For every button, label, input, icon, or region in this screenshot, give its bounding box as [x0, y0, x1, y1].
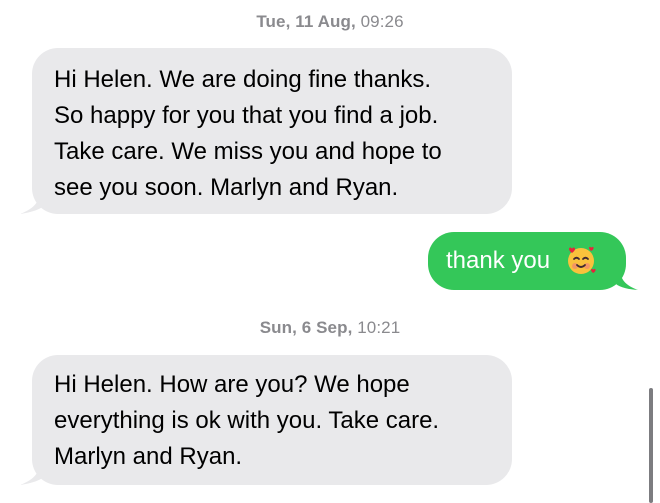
message-line: Marlyn and Ryan.	[54, 443, 243, 470]
timestamp-day: Tue, 11 Aug,	[256, 12, 356, 31]
timestamp-time: 10:21	[352, 318, 401, 337]
timestamp-time: 09:26	[355, 12, 404, 31]
incoming-message-bubble[interactable]: Hi Helen. We are doing fine thanks. So h…	[20, 48, 512, 214]
smiling-face-with-hearts-icon	[567, 246, 596, 274]
reply-text: thank you	[446, 247, 551, 274]
outgoing-message-bubble[interactable]: thank you	[428, 232, 638, 290]
bubble-tail-icon	[20, 461, 46, 485]
message-line: see you soon. Marlyn and Ryan.	[54, 174, 399, 201]
message-line: Hi Helen. How are you? We hope	[54, 371, 410, 398]
message-line: everything is ok with you. Take care.	[54, 407, 440, 434]
timestamp-header: Tue, 11 Aug, 09:26	[0, 12, 660, 32]
timestamp-header: Sun, 6 Sep, 10:21	[0, 318, 660, 338]
bubble-tail-icon	[20, 190, 46, 214]
bubble-tail-icon	[614, 268, 638, 290]
message-line: Hi Helen. We are doing fine thanks.	[54, 66, 432, 93]
timestamp-day: Sun, 6 Sep,	[259, 318, 353, 337]
scrollbar[interactable]	[649, 388, 653, 503]
message-line: So happy for you that you find a job.	[54, 102, 439, 129]
message-line: Take care. We miss you and hope to	[54, 138, 442, 165]
incoming-message-bubble[interactable]: Hi Helen. How are you? We hope everythin…	[20, 355, 512, 485]
